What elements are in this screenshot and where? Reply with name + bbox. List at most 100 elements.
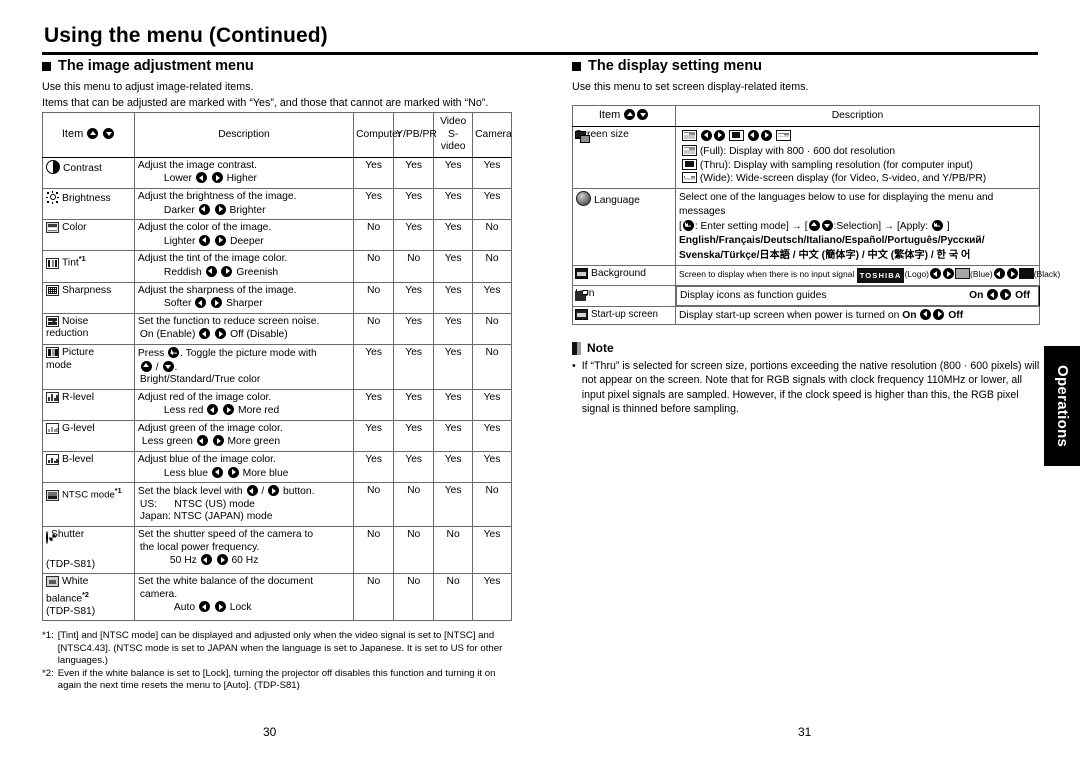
row-item-contrast: Contrast: [42, 156, 135, 189]
display-setting-heading-label: The display setting menu: [588, 58, 763, 74]
b-level-icon: [46, 454, 59, 466]
table-row: Tint*1 Adjust the tint of the image colo…: [42, 250, 512, 283]
row-desc-startup-screen: Display start-up screen when power is tu…: [675, 305, 1040, 326]
row-item-r-level: R-level: [42, 388, 135, 421]
table-row: Language Select one of the languages bel…: [572, 187, 1040, 267]
row-computer: No: [353, 482, 395, 528]
right-arrow-icon: [215, 328, 227, 340]
left-arrow-icon: [199, 328, 211, 340]
image-adjustment-heading-label: The image adjustment menu: [58, 58, 254, 74]
right-arrow-icon: [211, 297, 223, 309]
row-item-shutter: Shutter (TDP-S81): [42, 526, 135, 575]
row-ypbpr: Yes: [393, 419, 435, 453]
bullet-square-icon: [42, 61, 51, 71]
left-arrow-icon: [700, 129, 712, 141]
row-camera: Yes: [472, 187, 512, 221]
row-video: Yes: [433, 312, 474, 345]
row-computer: Yes: [353, 187, 395, 221]
left-arrow-icon: [195, 172, 207, 184]
row-ypbpr: No: [393, 250, 435, 283]
full-mode-icon: [682, 129, 697, 141]
manual-page: Using the menu (Continued) The image adj…: [0, 0, 1080, 763]
row-computer: Yes: [353, 388, 395, 421]
row-ypbpr: No: [393, 526, 435, 575]
right-arrow-icon: [211, 172, 223, 184]
note-heading: Note: [572, 341, 1040, 355]
right-arrow-icon: [1000, 289, 1012, 300]
row-desc-brightness: Adjust the brightness of the image. Dark…: [133, 187, 355, 221]
header-description: Description: [675, 105, 1040, 127]
row-item-brightness: Brightness: [42, 187, 135, 221]
row-video: Yes: [433, 388, 474, 421]
language-nav-line: [: Enter setting mode] → [:Selection] → …: [679, 219, 950, 232]
up-arrow-icon: [140, 360, 152, 372]
left-arrow-icon: [207, 404, 219, 416]
note-text: If “Thru” is selected for screen size, p…: [581, 360, 1040, 415]
table-row: Color Adjust the color of the image. Lig…: [42, 219, 512, 252]
section-tab-operations: Operations: [1044, 346, 1080, 466]
image-adjustment-table: Item Description Computer Y/PB/PR Video …: [42, 112, 512, 622]
row-computer: No: [353, 219, 395, 252]
enter-button-icon: [931, 219, 943, 231]
row-camera: No: [472, 343, 512, 390]
table-header-row: Item Description Computer Y/PB/PR Video …: [42, 112, 512, 158]
language-list-line1: English/Français/Deutsch/Italiano/Españo…: [679, 235, 985, 247]
row-desc-color: Adjust the color of the image. Lighter D…: [133, 219, 355, 252]
row-video: No: [433, 526, 474, 575]
toshiba-logo-chip: TOSHIBA: [856, 268, 905, 283]
row-video: Yes: [433, 281, 474, 314]
language-list-line2: Svenska/Türkçe/日本語 / 中文 (簡体字) / 中文 (繁体字)…: [679, 249, 971, 261]
row-ypbpr: Yes: [393, 281, 435, 314]
table-row: R-level Adjust red of the image color. L…: [42, 388, 512, 421]
section-tab-label: Operations: [1054, 364, 1071, 448]
down-arrow-icon: [103, 128, 115, 140]
left-arrow-icon: [205, 265, 217, 277]
row-video: Yes: [433, 482, 474, 528]
row-item-white-balance: White balance*2 (TDP-S81): [42, 573, 135, 622]
row-camera: Yes: [472, 419, 512, 453]
row-item-language: Language: [572, 187, 676, 267]
row-item-g-level: G-level: [42, 419, 135, 453]
table-row: Noise reduction Set the function to redu…: [42, 312, 512, 345]
enter-button-icon: [168, 346, 180, 358]
right-arrow-icon: [943, 268, 955, 279]
page-number-left: 30: [263, 725, 277, 739]
wide-mode-icon: [682, 172, 697, 184]
left-arrow-icon: [196, 435, 208, 447]
wide-mode-icon: [775, 129, 791, 141]
left-column: The image adjustment menu Use this menu …: [42, 58, 512, 692]
noise-reduction-icon: [46, 315, 59, 327]
table-row: NTSC mode*1 Set the black level with / b…: [42, 482, 512, 528]
row-item-b-level: B-level: [42, 451, 135, 484]
right-arrow-icon: [933, 308, 945, 320]
row-camera: Yes: [472, 156, 512, 189]
footnote-ref: *2: [82, 589, 89, 599]
right-arrow-icon: [214, 601, 226, 613]
picture-mode-icon: [46, 346, 59, 358]
up-arrow-icon: [808, 219, 820, 231]
title-divider: [42, 52, 1038, 55]
row-ypbpr: Yes: [393, 187, 435, 221]
right-arrow-icon: [216, 554, 228, 566]
table-row: Shutter (TDP-S81) Set the shutter speed …: [42, 526, 512, 575]
startup-option-group: On Off: [902, 308, 964, 321]
row-item-sharpness: Sharpness: [42, 281, 135, 314]
footnotes: *1: [Tint] and [NTSC mode] can be displa…: [42, 630, 512, 692]
right-arrow-icon: [214, 203, 226, 215]
row-computer: No: [353, 250, 395, 283]
language-icon: [576, 190, 591, 206]
page-title: Using the menu (Continued): [44, 24, 328, 47]
row-ypbpr: No: [393, 482, 435, 528]
right-column: The display setting menu Use this menu t…: [572, 58, 1060, 416]
left-arrow-icon: [198, 601, 210, 613]
row-video: Yes: [433, 250, 474, 283]
row-video: Yes: [433, 156, 474, 189]
row-desc-r-level: Adjust red of the image color. Less red …: [133, 388, 355, 421]
row-item-startup-screen: Start-up screen: [572, 305, 676, 326]
row-ypbpr: Yes: [393, 451, 435, 484]
row-desc-b-level: Adjust blue of the image color. Less blu…: [133, 451, 355, 484]
display-setting-table: Item Description Screen size (Full): Dis…: [572, 105, 1060, 326]
sharpness-icon: [46, 284, 59, 296]
note-flag-icon: [572, 341, 581, 355]
down-arrow-icon: [637, 109, 649, 120]
